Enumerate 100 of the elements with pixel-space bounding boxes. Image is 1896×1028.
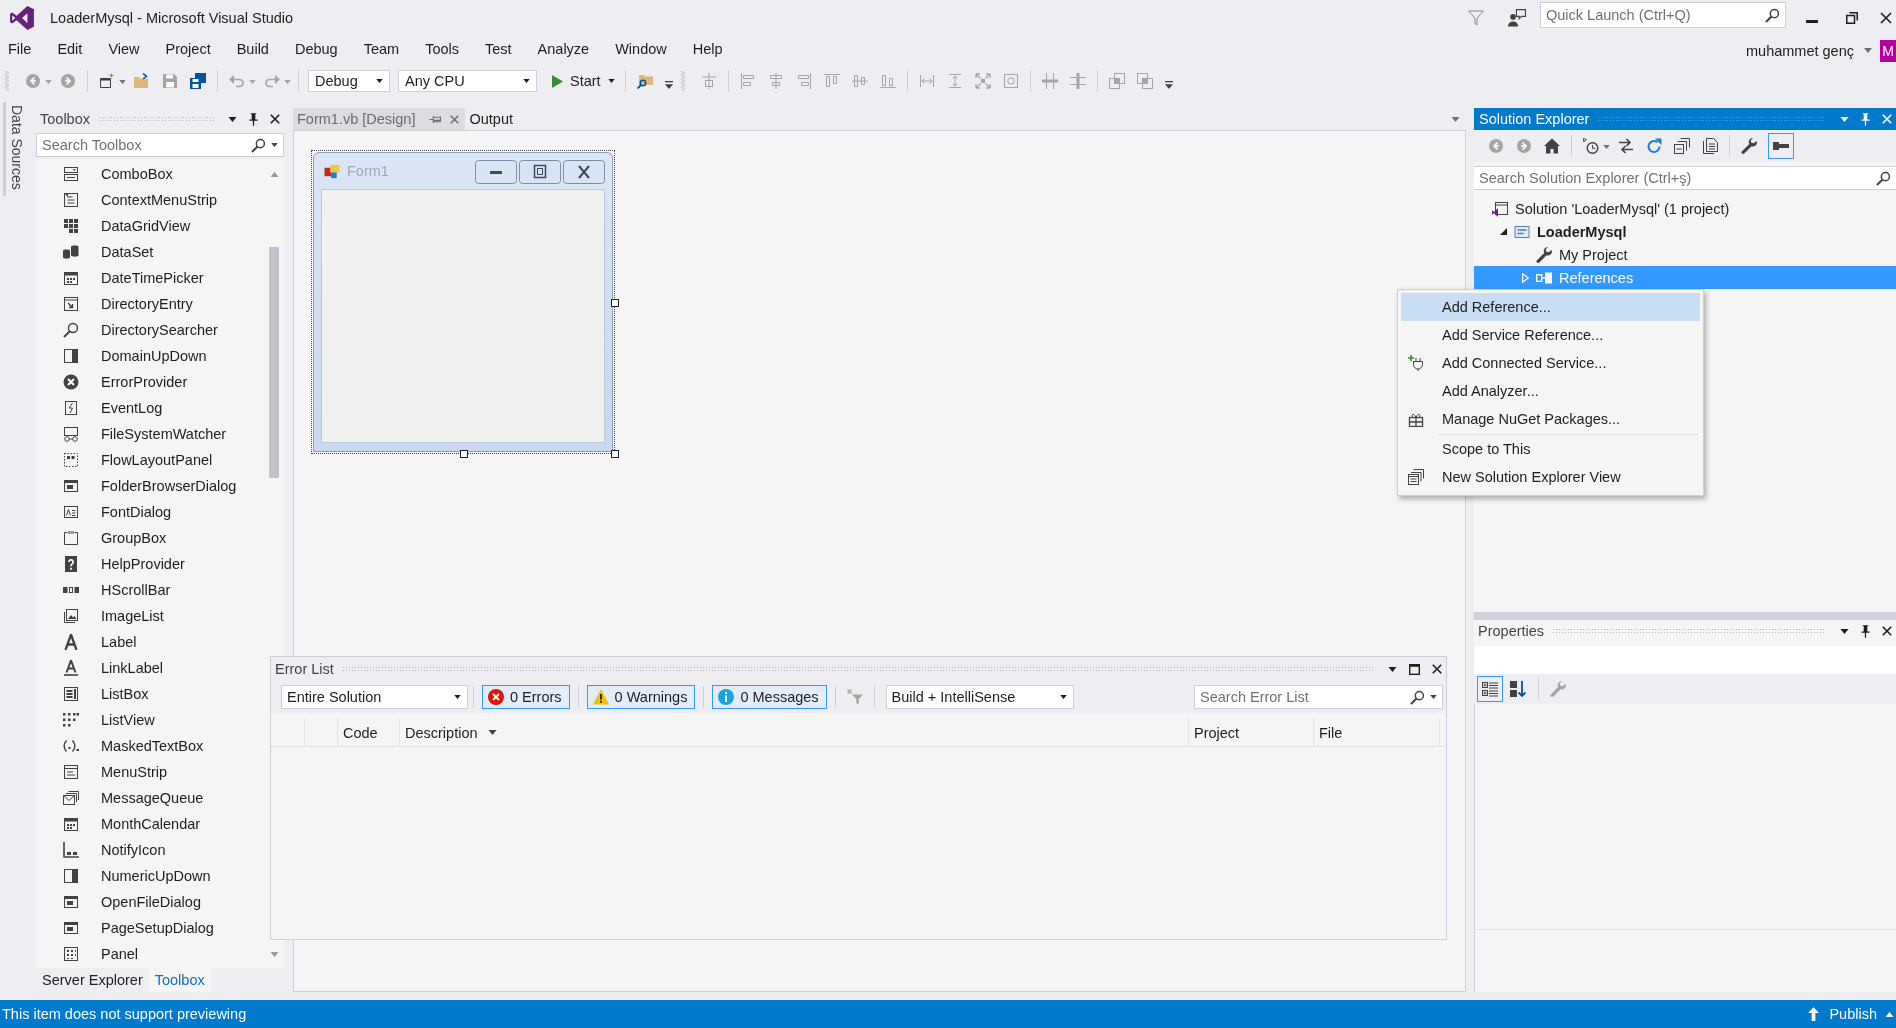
control-item[interactable]: LinkLabel	[36, 655, 266, 681]
filter-clear-icon[interactable]	[846, 689, 863, 705]
stacked-windows-icon[interactable]	[1673, 137, 1691, 155]
control-item[interactable]: DomainUpDown	[36, 343, 266, 369]
control-item[interactable]: ImageList	[36, 603, 266, 629]
publish-button[interactable]: Publish	[1808, 1006, 1894, 1022]
minus-bar-icon[interactable]	[1768, 133, 1794, 159]
quick-launch-field[interactable]: Quick Launch (Ctrl+Q)	[1540, 2, 1786, 28]
control-item[interactable]: ComboBox	[36, 161, 266, 187]
restore-icon[interactable]	[1846, 12, 1858, 24]
caret-icon[interactable]	[1388, 666, 1397, 672]
scope-dropdown[interactable]: Entire Solution	[281, 685, 468, 709]
close-icon[interactable]	[1880, 12, 1892, 24]
menu-item[interactable]: Build	[223, 41, 282, 57]
home-icon[interactable]	[1543, 137, 1561, 155]
control-item[interactable]: ContextMenuStrip	[36, 187, 266, 213]
save-all-icon[interactable]	[190, 73, 206, 89]
control-item[interactable]: Label	[36, 629, 266, 655]
caret-icon[interactable]	[228, 116, 237, 122]
start-button[interactable]: Start	[549, 73, 618, 89]
menu-item[interactable]: Scope to This	[1401, 435, 1700, 463]
control-item[interactable]: MessageQueue	[36, 785, 266, 811]
close-icon[interactable]	[270, 114, 280, 124]
control-item[interactable]: HScrollBar	[36, 577, 266, 603]
control-item[interactable]: FolderBrowserDialog	[36, 473, 266, 499]
menu-item[interactable]: Add Reference...	[1401, 293, 1700, 321]
filter-button[interactable]: 0 Errors	[482, 685, 570, 709]
filter-button[interactable]: 0 Messages	[712, 685, 827, 709]
pin-icon[interactable]	[249, 112, 258, 126]
menu-item[interactable]: New Solution Explorer View	[1401, 463, 1700, 491]
control-item[interactable]: DirectoryEntry	[36, 291, 266, 317]
control-item[interactable]: NotifyIcon	[36, 837, 266, 863]
categorized-list-icon[interactable]	[1477, 676, 1503, 702]
menu-item[interactable]: Project	[152, 41, 224, 57]
folder-search-icon[interactable]	[636, 73, 653, 89]
overflow-icon[interactable]	[1164, 81, 1173, 89]
bottom-tab[interactable]: Toolbox	[148, 968, 211, 992]
control-item[interactable]: ListView	[36, 707, 266, 733]
menu-item[interactable]: View	[95, 41, 153, 57]
menu-item[interactable]: Debug	[281, 41, 351, 57]
resize-handle[interactable]	[611, 450, 619, 458]
menu-item[interactable]: Window	[602, 41, 680, 57]
control-item[interactable]: MonthCalendar	[36, 811, 266, 837]
menu-item[interactable]: Add Service Reference...	[1401, 321, 1700, 349]
control-item[interactable]: MaskedTextBox	[36, 733, 266, 759]
control-item[interactable]: NumericUpDown	[36, 863, 266, 889]
menu-item[interactable]: Test	[472, 41, 525, 57]
control-item[interactable]: GroupBox	[36, 525, 266, 551]
column-header[interactable]: Project	[1189, 719, 1314, 746]
bottom-tab[interactable]: Server Explorer	[36, 968, 149, 992]
funnel-icon[interactable]	[1468, 10, 1484, 26]
control-item[interactable]: FlowLayoutPanel	[36, 447, 266, 473]
control-item[interactable]: MenuStrip	[36, 759, 266, 785]
account-name[interactable]: muhammet genç	[1746, 43, 1854, 59]
control-item[interactable]: DirectorySearcher	[36, 317, 266, 343]
control-item[interactable]: HelpProvider	[36, 551, 266, 577]
toolbar-dropdown[interactable]: Debug	[308, 70, 390, 92]
control-item[interactable]: ErrorProvider	[36, 369, 266, 395]
avatar[interactable]: M	[1880, 40, 1896, 62]
maximize-icon[interactable]	[1409, 663, 1420, 675]
expanded-arrow-icon[interactable]	[1499, 228, 1507, 235]
wrench-icon[interactable]	[1740, 137, 1758, 155]
close-icon[interactable]	[1882, 626, 1892, 636]
filter-button[interactable]: 0 Warnings	[586, 685, 696, 709]
clock-icon[interactable]	[1582, 137, 1600, 155]
search-field[interactable]: Search Error List	[1194, 685, 1443, 709]
search-field[interactable]: Search Solution Explorer (Ctrl+ş)	[1474, 166, 1896, 190]
minimize-icon[interactable]	[1806, 19, 1818, 23]
control-item[interactable]: DataSet	[36, 239, 266, 265]
menu-item[interactable]: File	[0, 41, 45, 57]
search-field[interactable]: Search Toolbox	[36, 133, 284, 157]
menu-item[interactable]: Help	[679, 41, 736, 57]
resize-handle[interactable]	[611, 299, 619, 307]
control-item[interactable]: ListBox	[36, 681, 266, 707]
menu-item[interactable]: Add Analyzer...	[1401, 377, 1700, 405]
column-header[interactable]: Code	[338, 719, 400, 746]
close-icon[interactable]	[1432, 664, 1442, 674]
column-header[interactable]: Description	[400, 719, 1189, 746]
document-tab[interactable]: Output	[465, 108, 519, 130]
column-header[interactable]: File	[1314, 719, 1440, 746]
control-item[interactable]: Panel	[36, 941, 266, 967]
menu-item[interactable]: Team	[350, 41, 413, 57]
resize-handle[interactable]	[460, 450, 468, 458]
control-item[interactable]: DataGridView	[36, 213, 266, 239]
menu-item[interactable]: Tools	[412, 41, 472, 57]
menu-item[interactable]: Analyze	[524, 41, 603, 57]
pin-icon[interactable]	[1861, 624, 1870, 638]
control-item[interactable]: PageSetupDialog	[36, 915, 266, 941]
control-item[interactable]: OpenFileDialog	[36, 889, 266, 915]
sync-arrows-icon[interactable]	[1617, 137, 1635, 155]
new-project-icon[interactable]	[99, 73, 115, 89]
side-tab[interactable]: Data Sources	[3, 102, 27, 196]
documents-icon[interactable]	[1701, 137, 1719, 155]
menu-item[interactable]: Add Connected Service...	[1401, 349, 1700, 377]
control-item[interactable]: FontDialog	[36, 499, 266, 525]
refresh-icon[interactable]	[1645, 137, 1663, 155]
toolbar-dropdown[interactable]: Any CPU	[398, 70, 537, 92]
feedback-icon[interactable]	[1508, 9, 1526, 27]
folder-icon[interactable]	[134, 73, 150, 89]
menu-item[interactable]: Edit	[44, 41, 96, 57]
